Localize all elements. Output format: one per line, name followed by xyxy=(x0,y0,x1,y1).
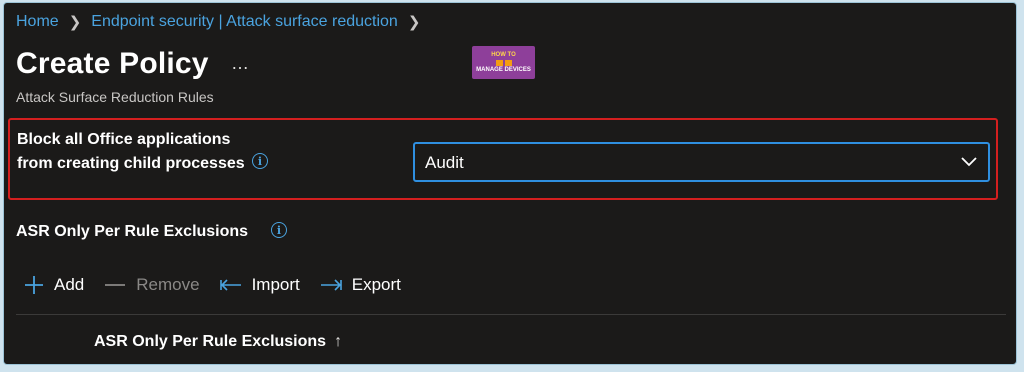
export-icon xyxy=(320,279,342,291)
chevron-right-icon: ❯ xyxy=(68,14,82,31)
exclusions-label: ASR Only Per Rule Exclusions xyxy=(16,223,249,240)
breadcrumb-home-link[interactable]: Home xyxy=(16,13,59,31)
chevron-down-icon xyxy=(960,155,978,173)
sort-ascending-icon: ↑ xyxy=(334,333,343,350)
dropdown-selected-value: Audit xyxy=(425,153,464,172)
remove-label: Remove xyxy=(136,275,200,294)
breadcrumb: Home ❯ Endpoint security | Attack surfac… xyxy=(16,13,430,31)
exclusions-toolbar: Add Remove Import Export xyxy=(24,275,421,295)
add-label: Add xyxy=(54,275,85,294)
setting-label: Block all Office applications from creat… xyxy=(17,131,245,172)
minus-icon xyxy=(105,284,126,286)
info-icon[interactable]: i xyxy=(271,222,287,238)
setting-dropdown[interactable]: Audit xyxy=(413,142,990,182)
page-subtitle: Attack Surface Reduction Rules xyxy=(16,89,214,105)
page-title: Create Policy xyxy=(16,47,209,80)
chevron-right-icon: ❯ xyxy=(407,14,421,31)
column-header-label: ASR Only Per Rule Exclusions xyxy=(94,333,327,350)
breadcrumb-asr-link[interactable]: Endpoint security | Attack surface reduc… xyxy=(91,13,398,31)
add-button[interactable]: Add xyxy=(24,275,84,295)
info-icon[interactable]: i xyxy=(252,153,268,169)
setting-row-block-office-child-processes: Block all Office applications from creat… xyxy=(8,118,998,200)
import-icon xyxy=(219,279,241,291)
import-button[interactable]: Import xyxy=(219,275,300,295)
export-button[interactable]: Export xyxy=(320,275,401,295)
column-header-exclusions[interactable]: ASR Only Per Rule Exclusions ↑ xyxy=(94,333,342,351)
export-label: Export xyxy=(351,275,401,294)
more-options-button[interactable]: … xyxy=(231,53,250,74)
plus-icon xyxy=(25,276,43,294)
how-to-manage-devices-logo: HOW TO MANAGE DEVICES xyxy=(472,46,535,79)
import-label: Import xyxy=(251,275,300,294)
policy-panel: Home ❯ Endpoint security | Attack surfac… xyxy=(3,2,1017,365)
remove-button[interactable]: Remove xyxy=(104,275,200,295)
divider xyxy=(16,314,1006,315)
